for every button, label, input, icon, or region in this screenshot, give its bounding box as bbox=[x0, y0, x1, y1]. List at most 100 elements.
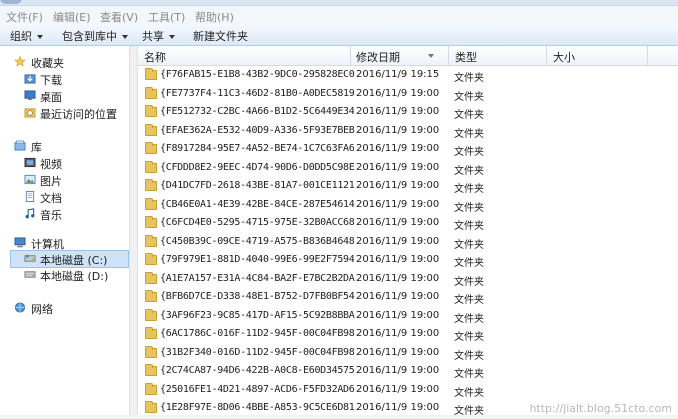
file-type: 文件夹 bbox=[454, 258, 484, 269]
organize-button[interactable]: 组织 bbox=[10, 28, 43, 44]
file-name: {A1E7A157-E31A-4C84-BA2F-E7BC2B2DA... bbox=[160, 272, 358, 284]
file-name: {CFDDD8E2-9EEC-4D74-90D6-D0DD5C98E... bbox=[160, 161, 358, 173]
column-header-bar: 名称 修改日期 类型 大小 bbox=[138, 46, 678, 66]
nav-drive-c-label: 本地磁盘 (C:) bbox=[40, 254, 108, 267]
file-name: {F8917284-95E7-4A52-BE74-1C7C63FA6... bbox=[160, 143, 358, 154]
file-date: 2016/11/9 19:15 bbox=[356, 69, 440, 80]
file-row[interactable]: {FE7737F4-11C3-46D2-81B0-A0DEC5819... 201… bbox=[138, 85, 678, 104]
hard-drive-icon bbox=[24, 271, 36, 278]
nav-network-label: 网络 bbox=[31, 303, 53, 316]
music-icon bbox=[25, 208, 35, 219]
file-date: 2016/11/9 19:00 bbox=[356, 235, 440, 247]
file-type: 文件夹 bbox=[454, 110, 484, 121]
file-row[interactable]: {C6FCD4E0-5295-4715-975E-32B0ACC68... 201… bbox=[138, 214, 678, 233]
menu-edit[interactable]: 编辑(E) bbox=[53, 9, 91, 25]
file-name: {6AC1786C-016F-11D2-945F-00C04FB98... bbox=[160, 328, 358, 339]
window-bottom-edge bbox=[0, 415, 678, 419]
nav-documents-label: 文档 bbox=[40, 192, 62, 205]
menu-tools[interactable]: 工具(T) bbox=[148, 9, 185, 25]
nav-recent-label: 最近访问的位置 bbox=[40, 108, 117, 121]
file-row[interactable]: {C450B39C-09CE-4719-A575-B836B4648... 201… bbox=[138, 233, 678, 252]
nav-music-label: 音乐 bbox=[40, 209, 62, 222]
menu-help[interactable]: 帮助(H) bbox=[195, 9, 234, 25]
menu-file[interactable]: 文件(F) bbox=[6, 9, 43, 25]
nav-drive-d-label: 本地磁盘 (D:) bbox=[40, 270, 109, 283]
command-bar: 组织 包含到库中 共享 新建文件夹 bbox=[0, 24, 678, 46]
column-header-name[interactable]: 名称 bbox=[138, 46, 351, 65]
file-type: 文件夹 bbox=[454, 332, 484, 343]
include-library-label: 包含到库中 bbox=[62, 30, 117, 43]
folder-icon bbox=[145, 290, 157, 302]
star-icon bbox=[14, 56, 26, 67]
folder-icon bbox=[145, 382, 157, 395]
file-name: {1E28F97E-8D06-4BBE-A853-9C5CE6D81... bbox=[160, 402, 358, 413]
folder-icon bbox=[145, 160, 157, 173]
file-row[interactable]: {F76FAB15-E1B8-43B2-9DC0-295828EC0... 201… bbox=[138, 66, 678, 85]
column-header-size[interactable]: 大小 bbox=[547, 46, 648, 65]
desktop-icon bbox=[24, 90, 36, 101]
file-name: {2C74CA87-94D6-422B-A0C8-E60D34575... bbox=[160, 365, 358, 376]
column-header-modified[interactable]: 修改日期 bbox=[350, 46, 449, 65]
file-type: 文件夹 bbox=[454, 202, 484, 214]
file-row[interactable]: {FE512732-C2BC-4A66-B1D2-5C6449E34... 201… bbox=[138, 103, 678, 122]
file-name: {BFB6D7CE-D338-48E1-B752-D7FB0BF54... bbox=[160, 291, 358, 302]
file-date: 2016/11/9 19:00 bbox=[356, 328, 440, 339]
file-row[interactable]: {D41DC7FD-2618-43BE-81A7-001CE1121... 201… bbox=[138, 177, 678, 196]
file-date: 2016/11/9 19:00 bbox=[356, 346, 440, 358]
nav-downloads-label: 下载 bbox=[40, 74, 62, 87]
file-date: 2016/11/9 19:00 bbox=[356, 143, 440, 154]
file-date: 2016/11/9 19:00 bbox=[356, 217, 440, 228]
file-type: 文件夹 bbox=[454, 147, 484, 158]
network-icon bbox=[14, 302, 26, 313]
watermark: http://jialt.blog.51cto.com bbox=[529, 402, 672, 415]
file-type: 文件夹 bbox=[454, 350, 484, 362]
sort-down-icon bbox=[428, 54, 434, 58]
file-row[interactable]: {3AF96F23-9C85-417D-AF15-5C92B8BBA... 201… bbox=[138, 307, 678, 326]
file-name: {C450B39C-09CE-4719-A575-B836B4648... bbox=[160, 235, 358, 247]
folder-icon bbox=[145, 179, 157, 191]
file-date: 2016/11/9 19:00 bbox=[356, 254, 440, 265]
file-row[interactable]: {F8917284-95E7-4A52-BE74-1C7C63FA6... 201… bbox=[138, 140, 678, 159]
folder-icon bbox=[145, 68, 157, 80]
file-row[interactable]: {31B2F340-016D-11D2-945F-00C04FB98... 201… bbox=[138, 344, 678, 363]
file-row[interactable]: {A1E7A157-E31A-4C84-BA2F-E7BC2B2DA... 201… bbox=[138, 270, 678, 289]
file-row[interactable]: {6AC1786C-016F-11D2-945F-00C04FB98... 201… bbox=[138, 325, 678, 344]
picture-icon bbox=[24, 174, 36, 185]
file-type: 文件夹 bbox=[454, 73, 484, 84]
file-row[interactable]: {EFAE362A-E532-40D9-A336-5F93E7BEB... 201… bbox=[138, 122, 678, 141]
nav-favorites-label: 收藏夹 bbox=[31, 57, 64, 70]
nav-drive-c[interactable]: 本地磁盘 (C:) bbox=[10, 250, 129, 268]
file-row[interactable]: {BFB6D7CE-D338-48E1-B752-D7FB0BF54... 201… bbox=[138, 288, 678, 307]
file-row[interactable]: {25016FE1-4D21-4897-ACD6-F5FD32AD6... 201… bbox=[138, 381, 678, 400]
video-icon bbox=[24, 157, 36, 168]
nav-scrollbar[interactable] bbox=[130, 46, 138, 419]
new-folder-button[interactable]: 新建文件夹 bbox=[193, 28, 248, 44]
file-type: 文件夹 bbox=[454, 165, 484, 177]
file-row[interactable]: {2C74CA87-94D6-422B-A0C8-E60D34575... 201… bbox=[138, 362, 678, 381]
file-date: 2016/11/9 19:00 bbox=[356, 106, 440, 117]
folder-icon bbox=[145, 142, 157, 154]
file-type: 文件夹 bbox=[454, 239, 484, 251]
folder-icon bbox=[145, 345, 157, 358]
file-type: 文件夹 bbox=[454, 369, 484, 380]
hard-drive-icon bbox=[24, 254, 36, 262]
column-name-label: 名称 bbox=[144, 51, 166, 64]
file-name: {25016FE1-4D21-4897-ACD6-F5FD32AD6... bbox=[160, 383, 358, 395]
column-header-type[interactable]: 类型 bbox=[449, 46, 547, 65]
file-name: {3AF96F23-9C85-417D-AF15-5C92B8BBA... bbox=[160, 309, 358, 321]
share-label: 共享 bbox=[142, 30, 164, 43]
navigation-pane: 收藏夹 下载 桌面 最近访问的位置 库 视频 图片 文档 音乐 计算机 本地磁盘… bbox=[0, 46, 130, 419]
file-date: 2016/11/9 19:00 bbox=[356, 198, 440, 210]
file-date: 2016/11/9 19:00 bbox=[356, 161, 440, 173]
include-library-button[interactable]: 包含到库中 bbox=[62, 28, 128, 44]
document-icon bbox=[25, 191, 35, 202]
share-button[interactable]: 共享 bbox=[142, 28, 175, 44]
file-row[interactable]: {CB46E0A1-4E39-42BE-84CE-287E54614... 201… bbox=[138, 196, 678, 215]
column-modified-label: 修改日期 bbox=[356, 51, 400, 64]
file-name: {CB46E0A1-4E39-42BE-84CE-287E54614... bbox=[160, 198, 358, 210]
window-corner-button[interactable] bbox=[0, 0, 22, 4]
file-row[interactable]: {79F979E1-881D-4040-99E6-99E2F7594... 201… bbox=[138, 251, 678, 270]
menu-view[interactable]: 查看(V) bbox=[100, 9, 138, 25]
file-name: {FE7737F4-11C3-46D2-81B0-A0DEC5819... bbox=[160, 87, 358, 99]
file-row[interactable]: {CFDDD8E2-9EEC-4D74-90D6-D0DD5C98E... 201… bbox=[138, 159, 678, 178]
